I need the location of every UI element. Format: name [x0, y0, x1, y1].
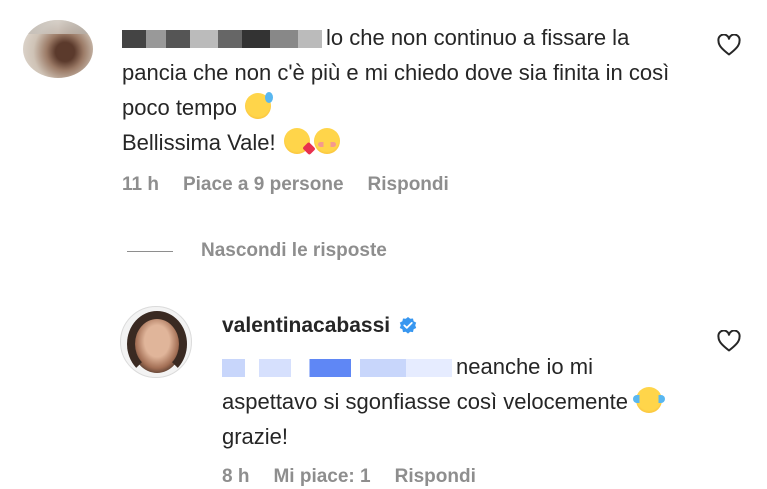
reply-avatar[interactable]	[120, 306, 192, 378]
reply-meta: 8 h Mi piace: 1 Rispondi	[222, 466, 476, 488]
like-heart-icon[interactable]	[717, 330, 741, 352]
reply-body: neanche io mi aspettavo si sgonfiasse co…	[222, 349, 682, 454]
reply-button[interactable]: Rispondi	[395, 466, 476, 488]
reply-username-row: valentinacabassi	[222, 314, 418, 338]
smiling-blush-emoji-icon	[313, 128, 340, 154]
comment-time: 11 h	[122, 174, 159, 195]
hide-replies-toggle[interactable]: Nascondi le risposte	[127, 240, 387, 262]
hide-replies-label[interactable]: Nascondi le risposte	[201, 240, 387, 262]
reply-username[interactable]: valentinacabassi	[222, 314, 390, 338]
divider-line	[127, 250, 173, 252]
reply-button[interactable]: Rispondi	[368, 174, 449, 196]
tears-of-joy-emoji-icon	[633, 387, 666, 413]
like-heart-icon[interactable]	[717, 34, 741, 56]
comment-body: lo che non continuo a fissare la pancia …	[122, 20, 682, 160]
grinning-sweat-emoji-icon	[245, 92, 274, 119]
commenter-avatar[interactable]	[23, 20, 93, 78]
avatar-hair	[127, 311, 187, 377]
kissing-heart-emoji-icon	[283, 128, 310, 154]
redacted-username[interactable]	[122, 30, 322, 49]
reply-time: 8 h	[222, 466, 250, 487]
comment-meta: 11 h Piace a 9 persone Rispondi	[122, 174, 449, 196]
redacted-mention-link[interactable]	[222, 359, 452, 378]
reply-text-end: grazie!	[222, 424, 289, 449]
comment-text-end: Bellissima Vale!	[122, 130, 276, 155]
comment-likes-link[interactable]: Piace a 9 persone	[183, 174, 344, 196]
reply-likes-link[interactable]: Mi piace: 1	[273, 466, 370, 488]
verified-badge-icon	[399, 317, 417, 334]
